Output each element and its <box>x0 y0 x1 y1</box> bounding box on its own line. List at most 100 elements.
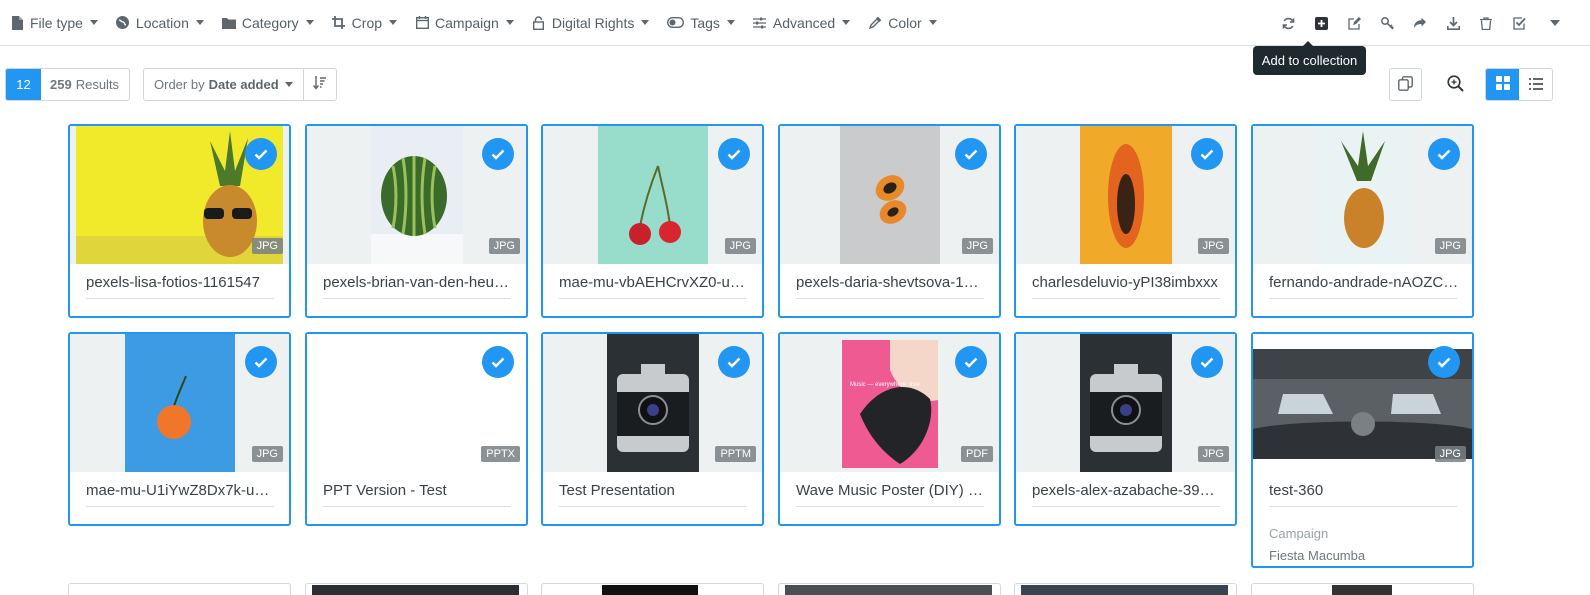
divider <box>1269 298 1457 299</box>
selected-check-icon[interactable] <box>1428 346 1460 378</box>
selected-check-icon[interactable] <box>1191 138 1223 170</box>
list-view-button[interactable] <box>1519 69 1552 100</box>
selected-count-button[interactable]: 12 <box>6 69 41 100</box>
edit-icon[interactable] <box>1343 12 1365 34</box>
selected-check-icon[interactable] <box>245 346 277 378</box>
filter-bar: File type Location Category Crop Campaig… <box>0 0 1590 46</box>
tooltip: Add to collection <box>1253 41 1366 75</box>
asset-card[interactable]: JPG pexels-daria-shevtsova-1881336 <box>778 124 1001 318</box>
add-to-collection-icon[interactable] <box>1310 12 1332 34</box>
asset-card-partial[interactable] <box>305 583 528 595</box>
filter-tags[interactable]: Tags <box>667 0 735 46</box>
order-by-dropdown[interactable]: Order by Date added <box>144 69 304 100</box>
select-all-button[interactable] <box>1389 68 1422 101</box>
key-icon[interactable] <box>1376 12 1398 34</box>
filter-crop[interactable]: Crop <box>332 0 398 46</box>
selected-check-icon[interactable] <box>245 138 277 170</box>
asset-card[interactable]: Music — everywhere. true PDF Wave Music … <box>778 332 1001 526</box>
chevron-down-icon <box>305 20 314 25</box>
asset-card[interactable]: JPG charlesdeluvio-yPI38imbxxx <box>1014 124 1237 318</box>
download-icon[interactable] <box>1442 12 1464 34</box>
selected-check-icon[interactable] <box>718 346 750 378</box>
asset-card-partial[interactable] <box>778 583 1001 595</box>
filter-location[interactable]: Location <box>116 0 204 46</box>
filter-category[interactable]: Category <box>221 0 314 46</box>
lock-icon <box>532 15 546 30</box>
asset-thumbnail: JPG <box>1253 126 1472 264</box>
approve-icon[interactable] <box>1508 12 1530 34</box>
asset-title: charlesdeluvio-yPI38imbxxx <box>1032 274 1218 291</box>
asset-title: mae-mu-U1iYwZ8Dx7k-unsplash <box>86 482 276 499</box>
filter-label: Location <box>135 14 189 31</box>
file-extension-badge: JPG <box>1197 238 1229 254</box>
zoom-button[interactable] <box>1440 68 1470 101</box>
filter-label: Category <box>241 14 299 31</box>
asset-card[interactable]: PPTX PPT Version - Test <box>305 332 528 526</box>
refresh-icon[interactable] <box>1277 12 1299 34</box>
view-toggle-group <box>1485 68 1553 101</box>
chevron-down-icon <box>284 82 293 87</box>
selection-count-group: 12 259 Results <box>5 68 131 101</box>
selected-check-icon[interactable] <box>1191 346 1223 378</box>
file-extension-badge: JPG <box>724 238 756 254</box>
selected-check-icon[interactable] <box>482 138 514 170</box>
filter-label: File type <box>30 14 83 31</box>
file-extension-badge: JPG <box>488 238 520 254</box>
asset-title: pexels-alex-azabache-3907507 <box>1032 482 1222 499</box>
divider <box>796 298 984 299</box>
trash-icon[interactable] <box>1475 12 1497 34</box>
filter-label: Digital Rights <box>551 14 635 31</box>
asset-thumbnail: JPG <box>1253 334 1472 472</box>
asset-card-partial[interactable] <box>68 583 291 595</box>
asset-card[interactable]: JPG fernando-andrade-nAOZCYcLND8 <box>1251 124 1474 318</box>
sliders-icon <box>753 16 767 30</box>
selected-check-icon[interactable] <box>718 138 750 170</box>
order-value: Date added <box>208 77 279 92</box>
filter-advanced[interactable]: Advanced <box>753 0 851 46</box>
chevron-down-icon <box>195 20 204 25</box>
filter-file-type[interactable]: File type <box>10 0 98 46</box>
file-extension-badge: JPG <box>961 238 993 254</box>
asset-thumbnail: JPG <box>780 126 999 264</box>
chevron-down-icon <box>928 20 937 25</box>
poster-text: Music — everywhere. true <box>850 382 920 388</box>
asset-title: pexels-daria-shevtsova-1881336 <box>796 274 986 291</box>
divider <box>1032 506 1220 507</box>
grid-view-button[interactable] <box>1486 69 1519 100</box>
file-extension-badge: PDF <box>961 446 993 462</box>
asset-card-partial[interactable] <box>1014 583 1237 595</box>
asset-card-partial[interactable] <box>541 583 764 595</box>
share-icon[interactable] <box>1409 12 1431 34</box>
divider <box>1269 506 1457 507</box>
asset-card[interactable]: JPG mae-mu-U1iYwZ8Dx7k-unsplash <box>68 332 291 526</box>
sort-direction-button[interactable] <box>304 69 336 100</box>
selected-check-icon[interactable] <box>955 138 987 170</box>
divider <box>796 506 984 507</box>
selected-check-icon[interactable] <box>1428 138 1460 170</box>
filter-color[interactable]: Color <box>868 0 937 46</box>
asset-thumbnail: PPTX <box>307 334 526 472</box>
filter-digital-rights[interactable]: Digital Rights <box>532 0 650 46</box>
asset-title: Wave Music Poster (DIY) 2022 <box>796 482 986 499</box>
file-icon <box>10 15 24 30</box>
asset-title: pexels-brian-van-den-heuvel-1313267 <box>323 274 513 291</box>
asset-card[interactable]: JPG mae-mu-vbAEHCrvXZ0-unsplash <box>541 124 764 318</box>
asset-card[interactable]: JPG pexels-lisa-fotios-1161547 <box>68 124 291 318</box>
filter-label: Tags <box>690 14 720 31</box>
selected-check-icon[interactable] <box>482 346 514 378</box>
file-extension-badge: PPTX <box>481 446 520 462</box>
asset-thumbnail: JPG <box>543 126 762 264</box>
asset-card[interactable]: JPG pexels-alex-azabache-3907507 <box>1014 332 1237 526</box>
asset-card[interactable]: PPTM Test Presentation <box>541 332 764 526</box>
asset-card[interactable]: JPG pexels-brian-van-den-heuvel-1313267 <box>305 124 528 318</box>
asset-card-partial[interactable] <box>1251 583 1474 595</box>
more-actions-chevron-icon[interactable] <box>1544 12 1566 34</box>
filter-campaign[interactable]: Campaign <box>415 0 514 46</box>
calendar-icon <box>415 16 429 30</box>
asset-thumbnail: JPG <box>1016 334 1235 472</box>
selected-check-icon[interactable] <box>955 346 987 378</box>
results-label: Results <box>75 77 120 92</box>
list-icon <box>1528 77 1543 93</box>
asset-title: pexels-lisa-fotios-1161547 <box>86 274 260 291</box>
asset-card[interactable]: JPG test-360 Campaign Fiesta Macumba <box>1251 332 1474 568</box>
